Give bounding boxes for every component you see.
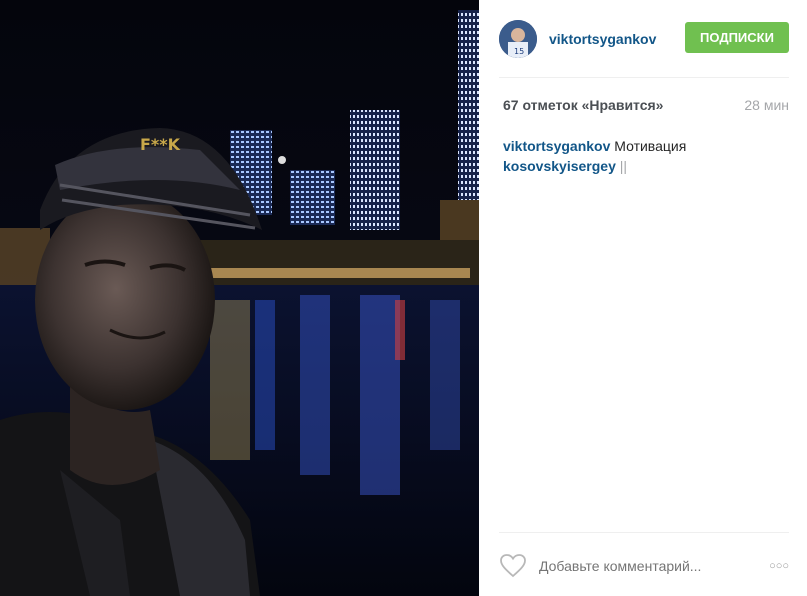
divider: [499, 77, 789, 78]
caption-text: Мотивация: [614, 138, 687, 154]
comment-input[interactable]: [539, 558, 739, 574]
svg-text:F**K: F**K: [140, 135, 181, 154]
caption-mention[interactable]: kosovskyisergey: [503, 158, 616, 174]
svg-text:15: 15: [514, 47, 524, 56]
caption-trailing-text: ||: [619, 158, 628, 174]
follow-button[interactable]: ПОДПИСКИ: [685, 22, 789, 53]
likes-count[interactable]: 67 отметок «Нравится»: [503, 97, 663, 113]
post-view: F**K 15 viktortsygankov ПОДПИСКИ 67 отме…: [0, 0, 807, 596]
caption-username[interactable]: viktortsygankov: [503, 138, 610, 154]
comment-bar: ○○○: [499, 551, 789, 581]
post-stats: 67 отметок «Нравится» 28 мин: [503, 97, 789, 113]
more-options-icon[interactable]: ○○○: [769, 560, 789, 572]
selfie-night-city-photo: F**K: [0, 0, 479, 596]
post-side-panel: 15 viktortsygankov ПОДПИСКИ 67 отметок «…: [479, 0, 807, 596]
avatar-icon[interactable]: 15: [499, 20, 537, 58]
post-timestamp[interactable]: 28 мин: [744, 97, 789, 113]
post-header: 15 viktortsygankov ПОДПИСКИ: [499, 16, 789, 62]
heart-icon[interactable]: [499, 552, 527, 580]
post-photo[interactable]: F**K: [0, 0, 479, 596]
divider: [499, 532, 789, 533]
post-caption: viktortsygankov Мотивация kosovskyiserge…: [503, 136, 789, 176]
